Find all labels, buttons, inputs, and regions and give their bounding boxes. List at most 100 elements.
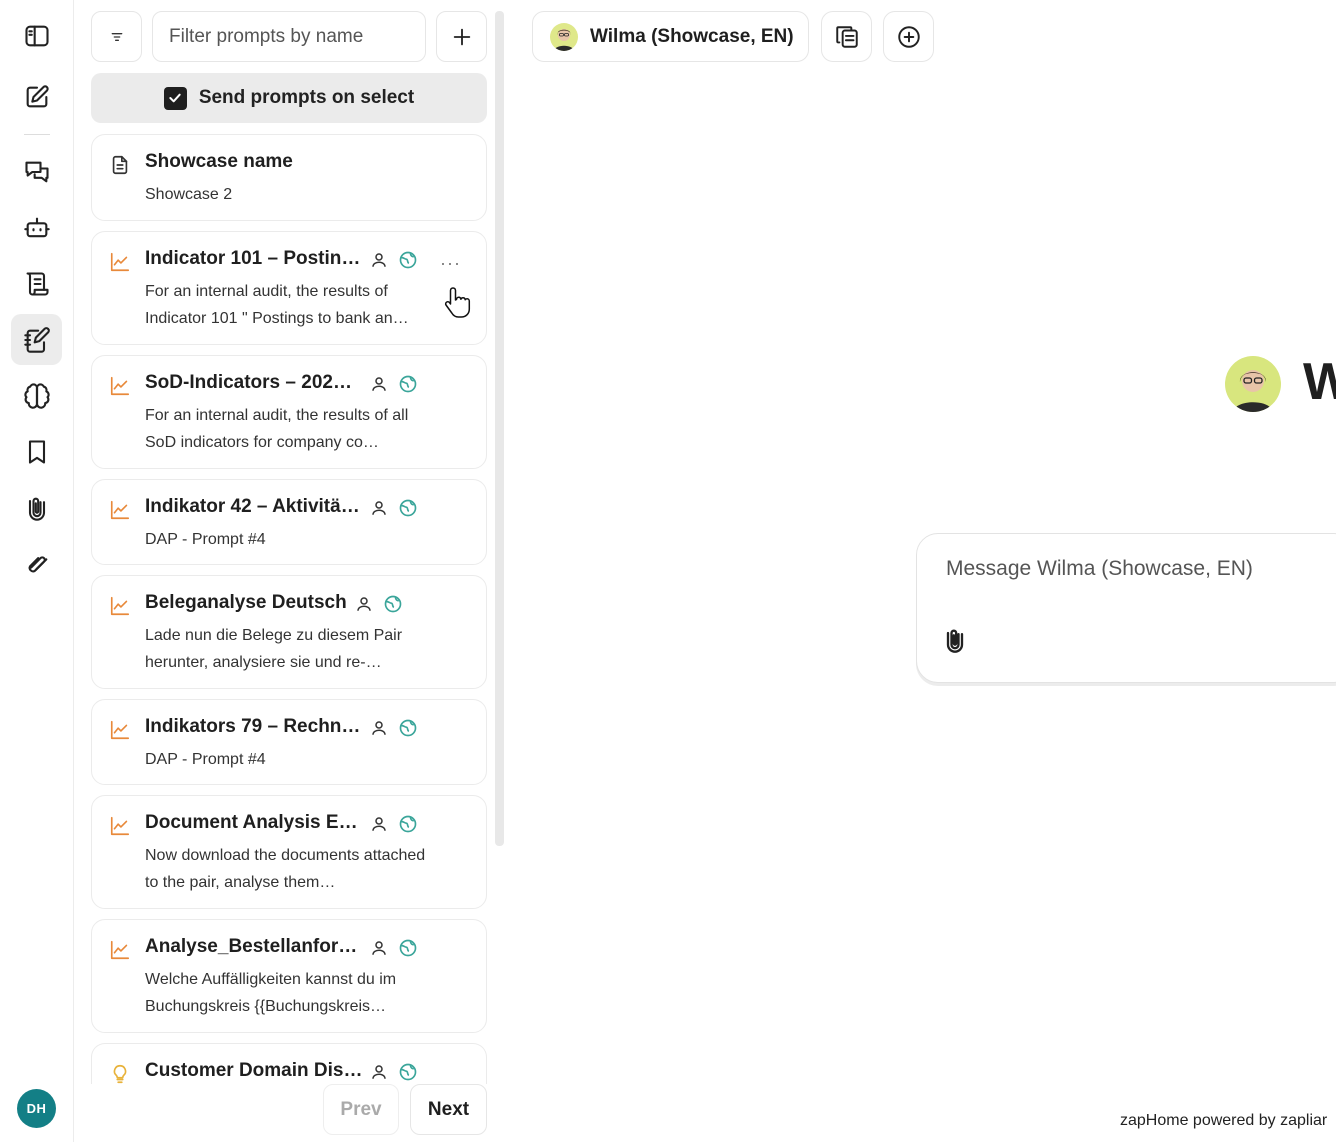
prompt-description: DAP - Prompt #4 xyxy=(145,751,266,768)
filter-prompts-input[interactable] xyxy=(152,11,426,62)
sidebar-toggle-icon xyxy=(24,25,49,46)
filter-lines-icon xyxy=(111,32,122,41)
prompt-card[interactable]: Showcase name Showcase 2 xyxy=(91,134,487,221)
prompt-description: Lade nun die Belege zu diesem Pair herun… xyxy=(145,627,403,671)
chart-icon xyxy=(110,252,130,272)
paperclip-stack-icon xyxy=(28,555,47,572)
user-icon xyxy=(372,377,386,391)
checkbox-checked-icon[interactable] xyxy=(163,86,187,110)
chart-icon xyxy=(110,940,130,960)
agent-hero-name: W xyxy=(1303,353,1336,411)
globe-icon xyxy=(399,251,417,269)
user-icon xyxy=(372,817,386,831)
prompt-card[interactable]: Analyse_Bestellanfor… Welche Auffälligke… xyxy=(91,919,487,1033)
message-composer[interactable]: Message Wilma (Showcase, EN) xyxy=(916,533,1336,683)
bookmarks-button[interactable] xyxy=(11,426,62,477)
new-chat-button[interactable] xyxy=(11,71,62,122)
prompt-badges xyxy=(370,1062,418,1082)
send-prompts-label: Send prompts on select xyxy=(198,87,415,108)
agent-avatar xyxy=(550,22,578,51)
prompt-title: Showcase name xyxy=(145,151,293,172)
prompts-scrollbar[interactable] xyxy=(495,11,504,846)
prompts-button[interactable] xyxy=(11,314,62,365)
prompt-card[interactable]: Beleganalyse Deutsch Lade nun die Belege… xyxy=(91,575,487,689)
prompt-title: Indikator 42 – Aktivitä… xyxy=(145,496,360,517)
attach-icon[interactable] xyxy=(941,625,969,655)
prompt-badges xyxy=(370,374,418,394)
prompt-title: Indikators 79 – Rechn… xyxy=(145,716,361,737)
prompt-title: Indicator 101 – Postin… xyxy=(145,248,361,269)
filter-options-button[interactable] xyxy=(91,11,142,62)
user-avatar[interactable]: DH xyxy=(17,1089,56,1128)
prev-page-button[interactable]: Prev xyxy=(323,1084,399,1135)
sidebar-toggle-button[interactable] xyxy=(11,10,62,61)
prompt-card[interactable]: Customer Domain Dis… xyxy=(91,1043,487,1084)
agent-name: Wilma (Showcase, EN) xyxy=(590,25,794,47)
next-page-button[interactable]: Next xyxy=(410,1084,487,1135)
globe-icon xyxy=(399,375,417,393)
prompt-badges xyxy=(370,938,418,958)
plus-icon xyxy=(453,28,470,45)
globe-icon xyxy=(399,719,417,737)
copy-chat-button[interactable] xyxy=(821,11,872,62)
prompts-panel: Send prompts on select Showcase name Sho… xyxy=(74,0,508,1142)
bookmark-icon xyxy=(28,439,45,464)
user-icon xyxy=(372,501,386,515)
robot-icon xyxy=(23,217,50,237)
globe-icon xyxy=(399,815,417,833)
agents-button[interactable] xyxy=(11,202,62,253)
attachments-button[interactable] xyxy=(11,482,62,533)
prompt-card[interactable]: Indikator 42 – Aktivitä… DAP - Prompt #4 xyxy=(91,479,487,565)
add-agent-button[interactable] xyxy=(883,11,934,62)
prompt-title: SoD-Indicators – 202… xyxy=(145,372,352,393)
chart-icon xyxy=(110,500,130,520)
prompt-description: DAP - Prompt #4 xyxy=(145,531,266,548)
brain-icon xyxy=(23,382,50,409)
prompt-card[interactable]: Indikators 79 – Rechn… DAP - Prompt #4 xyxy=(91,699,487,785)
add-prompt-button[interactable] xyxy=(436,11,487,62)
more-options-button[interactable]: ··· xyxy=(440,253,461,274)
notebook-pen-icon xyxy=(23,326,50,353)
chart-icon xyxy=(110,720,130,740)
prompt-description: Now download the documents attached to t… xyxy=(145,847,426,891)
globe-icon xyxy=(384,595,402,613)
user-icon xyxy=(372,1065,386,1079)
paperclip-icon xyxy=(28,497,45,521)
agent-hero-avatar xyxy=(1225,356,1281,412)
left-rail: DH xyxy=(0,0,74,1142)
knowledge-button[interactable] xyxy=(11,370,62,421)
prompt-badges xyxy=(370,718,418,738)
send-prompts-on-select-toggle[interactable]: Send prompts on select xyxy=(91,73,487,123)
prompt-description: Welche Auffälligkeiten kannst du im Buch… xyxy=(145,971,397,1015)
prompt-badges xyxy=(370,250,418,270)
document-icon xyxy=(112,155,128,175)
prompt-title: Document Analysis E… xyxy=(145,812,358,833)
lightbulb-icon xyxy=(113,1064,127,1084)
chart-icon xyxy=(110,376,130,396)
user-icon xyxy=(372,721,386,735)
prompt-title: Analyse_Bestellanfor… xyxy=(145,936,358,957)
prompt-card[interactable]: Document Analysis E… Now download the do… xyxy=(91,795,487,909)
prompt-badges xyxy=(370,498,418,518)
scroll-icon xyxy=(26,271,49,296)
globe-icon xyxy=(399,499,417,517)
prompt-title: Customer Domain Dis… xyxy=(145,1060,363,1081)
edit-icon xyxy=(26,84,49,107)
agent-selector[interactable]: Wilma (Showcase, EN) xyxy=(532,11,809,62)
globe-icon xyxy=(399,1063,417,1081)
plus-circle-icon xyxy=(897,25,920,48)
chart-icon xyxy=(110,816,130,836)
chart-icon xyxy=(110,596,130,616)
prompt-card[interactable]: Indicator 101 – Postin… ··· For an inter… xyxy=(91,231,487,345)
user-icon xyxy=(372,253,386,267)
files-button[interactable] xyxy=(11,538,62,589)
message-input[interactable]: Message Wilma (Showcase, EN) xyxy=(946,557,1253,581)
copy-icon xyxy=(835,25,858,48)
chats-button[interactable] xyxy=(11,146,62,197)
prompt-card[interactable]: SoD-Indicators – 202… For an internal au… xyxy=(91,355,487,469)
prompt-title: Beleganalyse Deutsch xyxy=(145,592,347,613)
chat-bubbles-icon xyxy=(24,161,49,182)
globe-icon xyxy=(399,939,417,957)
footer-powered-by: zapHome powered by zapliar xyxy=(1120,1112,1328,1129)
documents-button[interactable] xyxy=(11,258,62,309)
